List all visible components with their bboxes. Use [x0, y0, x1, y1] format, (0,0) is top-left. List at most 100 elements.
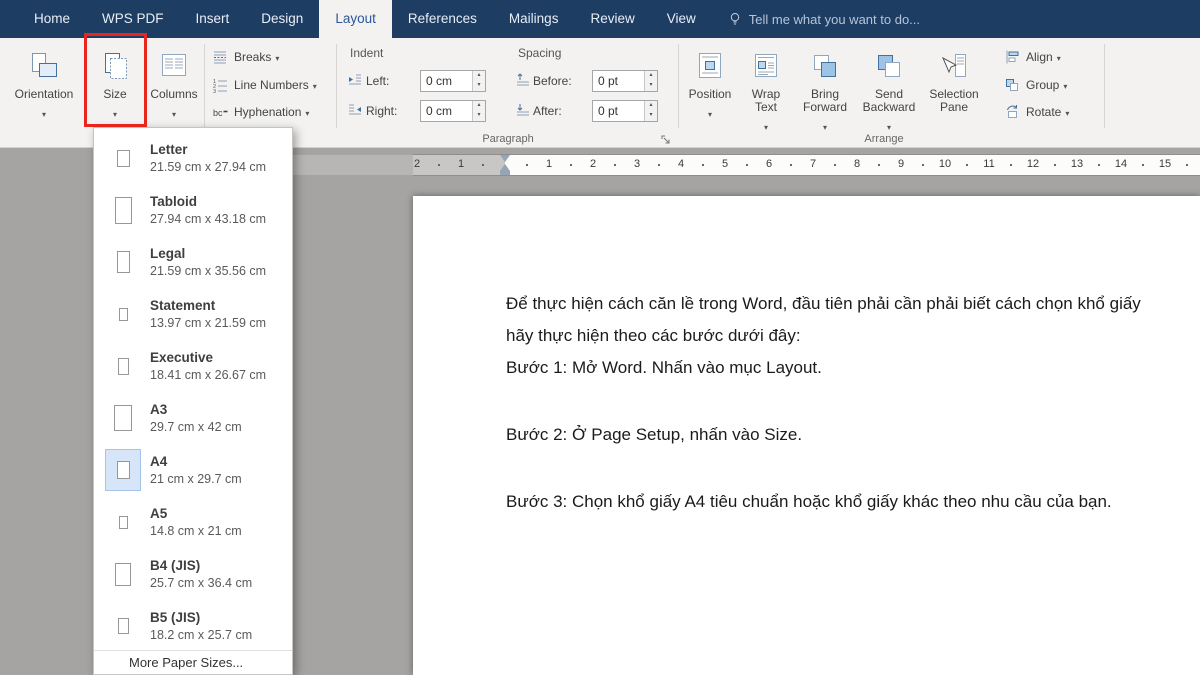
indent-left-input[interactable]: 0 cm	[420, 70, 486, 92]
tab-wps-pdf[interactable]: WPS PDF	[86, 0, 180, 38]
step-down-icon[interactable]	[645, 81, 657, 91]
paper-size-item[interactable]: Legal 21.59 cm x 35.56 cm	[94, 236, 292, 288]
tab-design[interactable]: Design	[245, 0, 319, 38]
step-down-icon[interactable]	[473, 81, 485, 91]
align-button[interactable]: Align	[1004, 46, 1061, 68]
first-line-indent-marker[interactable]	[500, 155, 510, 162]
group-objects-icon	[1004, 77, 1020, 93]
ruler-number: 10	[939, 158, 951, 170]
hyphenation-button[interactable]: bc Hyphenation	[212, 101, 309, 123]
tell-me-box[interactable]: Tell me what you want to do...	[728, 0, 920, 38]
line-numbers-icon: 123	[212, 77, 228, 93]
paper-icon	[106, 294, 140, 334]
bring-forward-button[interactable]: Bring Forward	[796, 42, 854, 134]
hanging-indent-marker[interactable]	[500, 164, 510, 171]
paper-size-name: Letter	[150, 142, 266, 157]
spacing-after-input[interactable]: 0 pt	[592, 100, 658, 122]
step-up-icon[interactable]	[473, 101, 485, 111]
paper-page-icon	[114, 405, 132, 431]
paper-page-icon	[119, 516, 128, 529]
send-backward-label: Send Backward	[858, 88, 920, 114]
size-button[interactable]: Size	[88, 42, 142, 134]
rotate-button[interactable]: Rotate	[1004, 101, 1069, 123]
line-numbers-button[interactable]: 123 Line Numbers	[212, 74, 317, 96]
indent-left-stepper	[472, 71, 485, 91]
send-backward-button[interactable]: Send Backward	[858, 42, 920, 134]
paper-size-dims: 25.7 cm x 36.4 cm	[150, 576, 252, 590]
tab-references[interactable]: References	[392, 0, 493, 38]
ruler-number: 13	[1071, 158, 1083, 170]
columns-button[interactable]: Columns	[146, 42, 202, 134]
selection-pane-label: Selection Pane	[924, 88, 984, 114]
group-separator	[204, 44, 205, 128]
paper-size-text: Executive 18.41 cm x 26.67 cm	[150, 350, 266, 382]
group-separator	[336, 44, 337, 128]
paper-size-item[interactable]: B5 (JIS) 18.2 cm x 25.7 cm	[94, 600, 292, 650]
paper-size-item[interactable]: A5 14.8 cm x 21 cm	[94, 496, 292, 548]
ruler-tick	[746, 164, 748, 166]
paper-icon	[106, 606, 140, 646]
spacing-heading: Spacing	[518, 46, 561, 60]
position-icon	[695, 51, 725, 81]
paper-size-item[interactable]: Tabloid 27.94 cm x 43.18 cm	[94, 184, 292, 236]
ruler-number: 5	[722, 158, 728, 170]
tab-home[interactable]: Home	[18, 0, 86, 38]
paper-size-item[interactable]: Executive 18.41 cm x 26.67 cm	[94, 340, 292, 392]
document-page[interactable]: Để thực hiện cách căn lề trong Word, đầu…	[413, 196, 1200, 675]
tab-mailings[interactable]: Mailings	[493, 0, 575, 38]
paper-size-item[interactable]: A3 29.7 cm x 42 cm	[94, 392, 292, 444]
ribbon-tabs: HomeWPS PDFInsertDesignLayoutReferencesM…	[0, 0, 712, 38]
step-down-icon[interactable]	[645, 111, 657, 121]
tab-view[interactable]: View	[651, 0, 712, 38]
indent-right-icon	[348, 103, 362, 117]
spacing-before-input[interactable]: 0 pt	[592, 70, 658, 92]
left-indent-marker[interactable]	[500, 171, 510, 175]
ribbon-tab-bar: HomeWPS PDFInsertDesignLayoutReferencesM…	[0, 0, 1200, 38]
paper-size-item[interactable]: Letter 21.59 cm x 27.94 cm	[94, 132, 292, 184]
wrap-text-button[interactable]: Wrap Text	[740, 42, 792, 134]
ruler-tick	[570, 164, 572, 166]
group-label: Group	[1026, 78, 1067, 92]
position-button[interactable]: Position	[684, 42, 736, 134]
indent-left-value: 0 cm	[421, 71, 472, 91]
indent-left-label: Left:	[366, 74, 389, 88]
paper-size-text: Letter 21.59 cm x 27.94 cm	[150, 142, 266, 174]
margins-button[interactable]: Margins	[0, 42, 6, 134]
paper-size-item[interactable]: Statement 13.97 cm x 21.59 cm	[94, 288, 292, 340]
indent-right-input[interactable]: 0 cm	[420, 100, 486, 122]
step-up-icon[interactable]	[645, 71, 657, 81]
paragraph-step-1: Bước 1: Mở Word. Nhấn vào mục Layout.	[506, 352, 1166, 384]
group-button[interactable]: Group	[1004, 74, 1067, 96]
orientation-button[interactable]: Orientation	[16, 42, 72, 134]
paragraph-step-2: Bước 2: Ở Page Setup, nhấn vào Size.	[506, 419, 1166, 451]
paper-page-icon	[119, 308, 128, 321]
breaks-button[interactable]: Breaks	[212, 46, 279, 68]
paper-page-icon	[117, 251, 130, 273]
paper-size-name: Legal	[150, 246, 266, 261]
paper-size-name: B5 (JIS)	[150, 610, 252, 625]
spacing-before-value: 0 pt	[593, 71, 644, 91]
paper-size-item[interactable]: A4 21 cm x 29.7 cm	[94, 444, 292, 496]
send-backward-icon	[874, 51, 904, 81]
selection-pane-button[interactable]: Selection Pane	[924, 42, 984, 134]
ruler-tick	[1098, 164, 1100, 166]
ruler-number: 14	[1115, 158, 1127, 170]
step-up-icon[interactable]	[473, 71, 485, 81]
tab-insert[interactable]: Insert	[180, 0, 246, 38]
paper-size-name: Statement	[150, 298, 266, 313]
tab-layout[interactable]: Layout	[319, 0, 392, 38]
orientation-label: Orientation	[15, 88, 74, 101]
ruler-tick	[1142, 164, 1144, 166]
more-paper-sizes-button[interactable]: More Paper Sizes...	[94, 650, 292, 674]
paper-size-dims: 29.7 cm x 42 cm	[150, 420, 242, 434]
paper-size-item[interactable]: B4 (JIS) 25.7 cm x 36.4 cm	[94, 548, 292, 600]
ruler-number: 11	[983, 158, 994, 170]
paper-size-name: A4	[150, 454, 242, 469]
step-down-icon[interactable]	[473, 111, 485, 121]
step-up-icon[interactable]	[645, 101, 657, 111]
ruler-tick	[614, 164, 616, 166]
tab-review[interactable]: Review	[574, 0, 650, 38]
paragraph-dialog-launcher[interactable]	[660, 134, 672, 146]
indent-right-stepper	[472, 101, 485, 121]
paper-size-text: B4 (JIS) 25.7 cm x 36.4 cm	[150, 558, 252, 590]
